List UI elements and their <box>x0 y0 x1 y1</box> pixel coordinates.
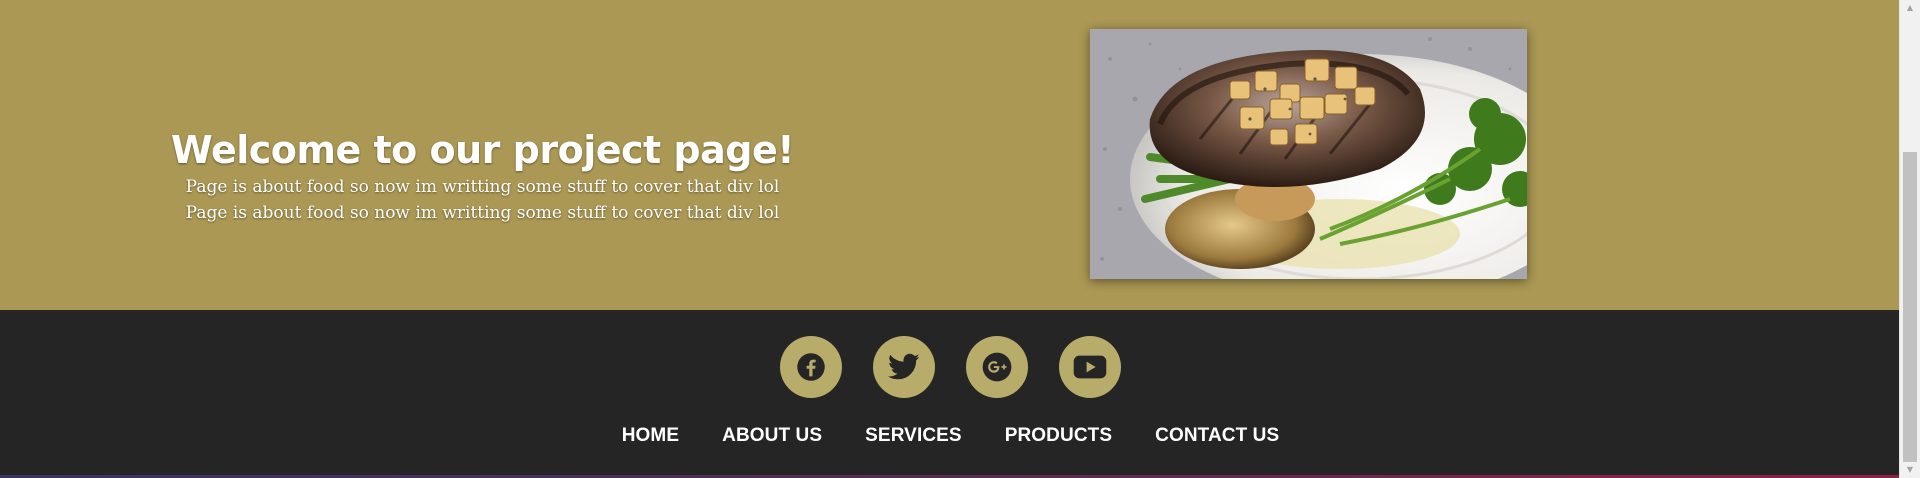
facebook-link[interactable] <box>780 336 842 398</box>
twitter-link[interactable] <box>873 336 935 398</box>
page-scrollbar[interactable]: ▲ ▼ <box>1899 0 1920 478</box>
scroll-up-arrow-icon[interactable]: ▲ <box>1900 0 1920 16</box>
youtube-icon <box>1073 355 1107 379</box>
google-plus-icon <box>982 352 1012 382</box>
youtube-link[interactable] <box>1059 336 1121 398</box>
nav-about-us[interactable]: ABOUT US <box>722 425 822 447</box>
food-photo <box>1090 29 1527 279</box>
facebook-icon <box>797 353 825 381</box>
page: Welcome to our project page! Page is abo… <box>0 0 1920 478</box>
footer-nav: HOME ABOUT US SERVICES PRODUCTS CONTACT … <box>0 425 1899 447</box>
social-links <box>0 336 1899 398</box>
hero-section: Welcome to our project page! Page is abo… <box>0 0 1899 310</box>
hero-title: Welcome to our project page! <box>170 128 795 172</box>
hero-description-line: Page is about food so now im writting so… <box>185 203 780 223</box>
site-footer: HOME ABOUT US SERVICES PRODUCTS CONTACT … <box>0 310 1899 478</box>
hero-text-block: Welcome to our project page! Page is abo… <box>150 126 815 226</box>
scrollbar-thumb[interactable] <box>1903 152 1917 462</box>
scroll-down-arrow-icon[interactable]: ▼ <box>1900 462 1920 478</box>
twitter-icon <box>888 353 920 380</box>
grilled-pork-chop-photo <box>1090 29 1527 279</box>
nav-services[interactable]: SERVICES <box>865 425 962 447</box>
google-plus-link[interactable] <box>966 336 1028 398</box>
nav-products[interactable]: PRODUCTS <box>1005 425 1112 447</box>
nav-home[interactable]: HOME <box>622 425 679 447</box>
nav-contact-us[interactable]: CONTACT US <box>1155 425 1279 447</box>
hero-description-line: Page is about food so now im writting so… <box>185 177 780 197</box>
